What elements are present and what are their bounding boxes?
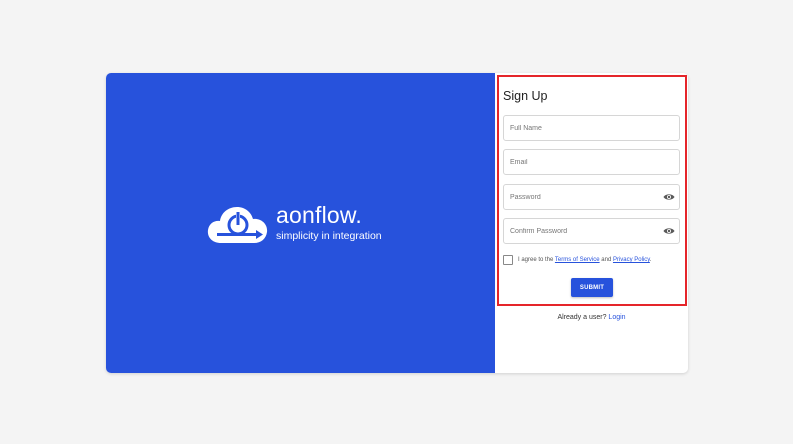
brand-logo: aonflow. simplicity in integration bbox=[207, 201, 397, 245]
brand-tagline: simplicity in integration bbox=[276, 230, 382, 242]
confirm-password-field[interactable] bbox=[503, 218, 680, 244]
form-title: Sign Up bbox=[503, 89, 548, 103]
confirm-password-input[interactable] bbox=[504, 219, 650, 243]
brand-panel: aonflow. simplicity in integration bbox=[106, 73, 495, 373]
full-name-field[interactable] bbox=[503, 115, 680, 141]
password-field[interactable] bbox=[503, 184, 680, 210]
login-link[interactable]: Login bbox=[608, 314, 625, 321]
full-name-input[interactable] bbox=[504, 116, 650, 140]
cloud-power-icon bbox=[207, 207, 268, 243]
signup-form: Sign Up I agree to the Term bbox=[495, 73, 688, 373]
eye-icon[interactable] bbox=[663, 226, 675, 236]
email-field[interactable] bbox=[503, 149, 680, 175]
terms-agreement: I agree to the Terms of Service and Priv… bbox=[503, 255, 683, 267]
agree-text: I agree to the Terms of Service and Priv… bbox=[518, 257, 652, 263]
password-input[interactable] bbox=[504, 185, 650, 209]
privacy-link[interactable]: Privacy Policy bbox=[613, 257, 650, 263]
agree-checkbox[interactable] bbox=[503, 255, 513, 265]
terms-link[interactable]: Terms of Service bbox=[555, 257, 600, 263]
auth-card: aonflow. simplicity in integration Sign … bbox=[106, 73, 688, 373]
submit-button[interactable]: SUBMIT bbox=[571, 278, 613, 297]
login-prompt: Already a user? Login bbox=[557, 314, 626, 321]
brand-name: aonflow. bbox=[276, 202, 362, 228]
eye-icon[interactable] bbox=[663, 192, 675, 202]
email-input[interactable] bbox=[504, 150, 650, 174]
